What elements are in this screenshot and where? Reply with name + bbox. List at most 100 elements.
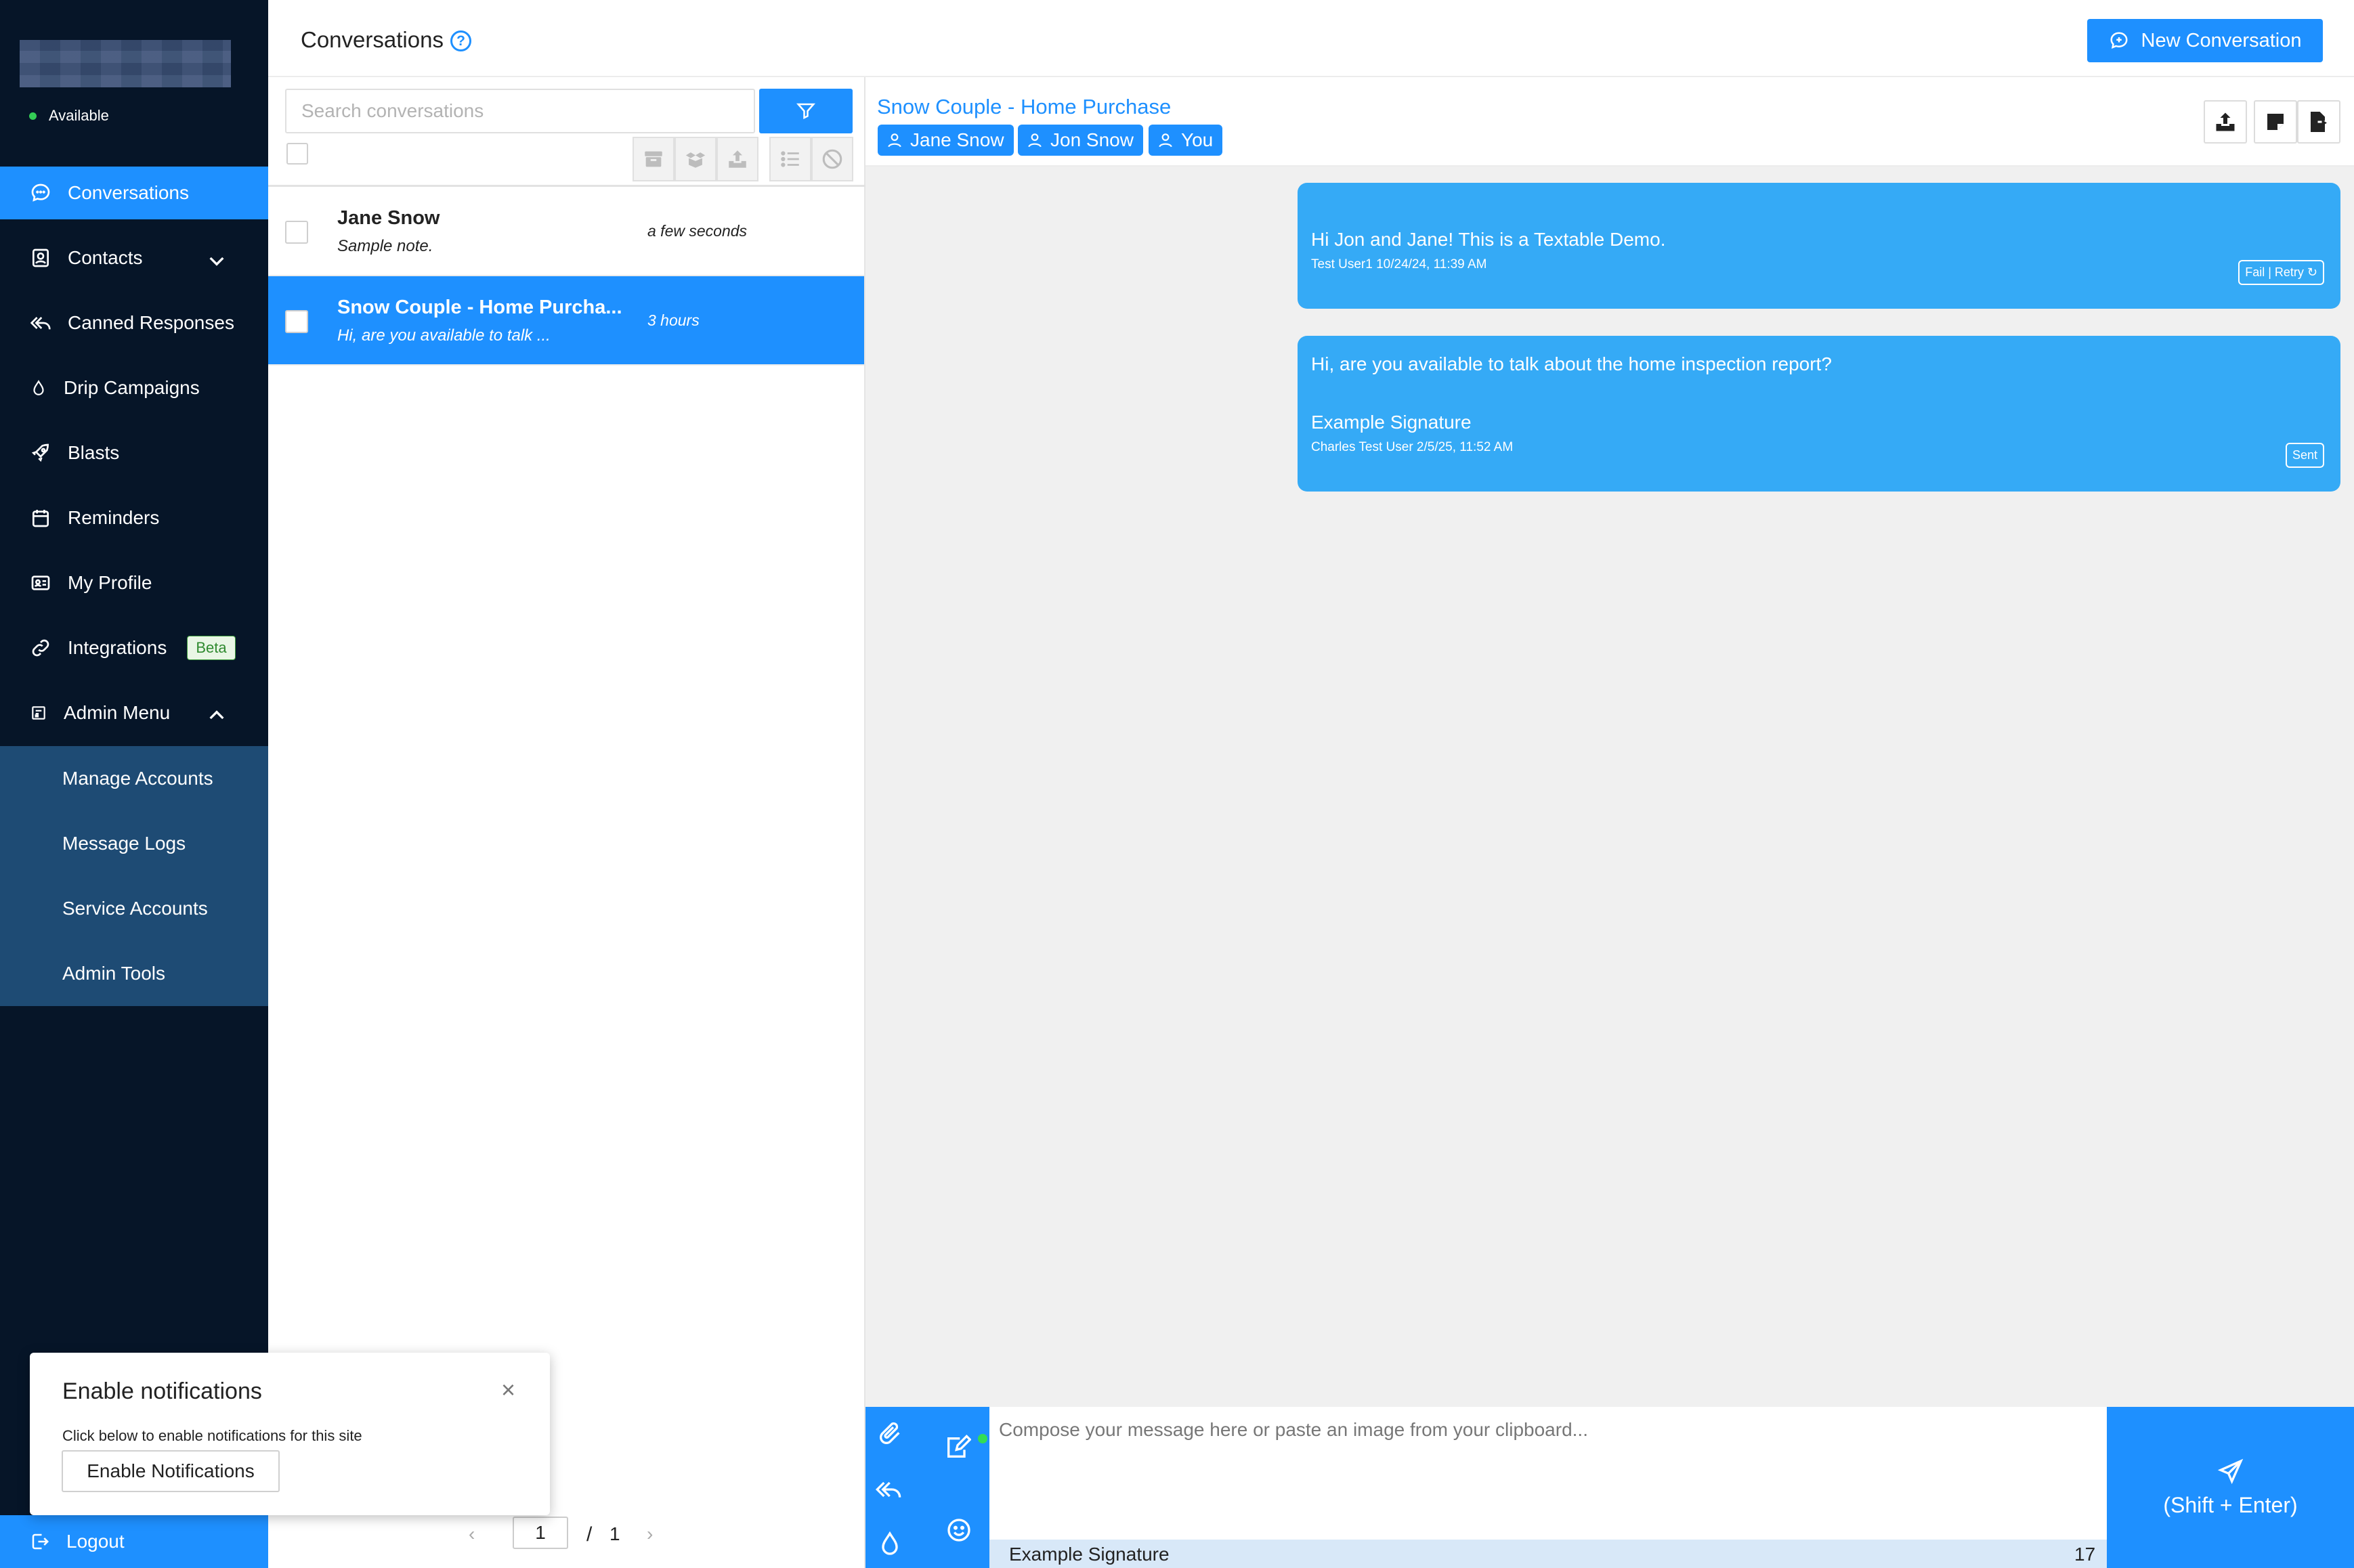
chat-plus-icon bbox=[2110, 32, 2128, 49]
chevron-down-icon bbox=[209, 257, 224, 266]
droplet-icon bbox=[33, 380, 44, 395]
archive-icon bbox=[645, 151, 662, 167]
emoji-icon[interactable] bbox=[945, 1517, 972, 1544]
sent-status-badge: Sent bbox=[2285, 443, 2324, 468]
sidebar-item-service-accounts[interactable]: Service Accounts bbox=[62, 898, 208, 919]
sidebar-item-message-logs[interactable]: Message Logs bbox=[62, 833, 186, 854]
notification-title: Enable notifications bbox=[62, 1378, 262, 1404]
search-input[interactable] bbox=[285, 89, 755, 133]
page-title: Conversations bbox=[301, 27, 444, 52]
open-box-icon bbox=[685, 152, 706, 168]
availability-status[interactable]: Available bbox=[49, 107, 109, 125]
signature-text: Example Signature bbox=[1009, 1544, 1170, 1565]
new-conversation-button[interactable]: New Conversation bbox=[2087, 19, 2323, 62]
user-icon bbox=[1159, 133, 1172, 148]
upload-icon bbox=[2216, 112, 2235, 131]
message-signature: Example Signature bbox=[1311, 412, 1472, 433]
notification-body: Click below to enable notifications for … bbox=[62, 1427, 362, 1444]
participant-chip[interactable]: Jon Snow bbox=[1018, 125, 1143, 156]
chevron-up-icon bbox=[209, 710, 224, 720]
status-dot-icon bbox=[29, 112, 37, 120]
message-text: Hi, are you available to talk about the … bbox=[1311, 353, 1832, 374]
pager-separator: / bbox=[586, 1523, 593, 1546]
message-compose-input[interactable] bbox=[989, 1407, 2107, 1540]
participant-chip[interactable]: You bbox=[1149, 125, 1223, 156]
filter-button[interactable] bbox=[759, 89, 853, 133]
archive-button[interactable] bbox=[633, 137, 675, 181]
file-export-icon bbox=[2311, 112, 2327, 132]
page-number-input[interactable]: 1 bbox=[513, 1517, 568, 1549]
sidebar-item-manage-accounts[interactable]: Manage Accounts bbox=[62, 768, 213, 789]
sidebar-item-canned-responses[interactable]: Canned Responses bbox=[0, 297, 268, 349]
conversation-name: Snow Couple - Home Purcha... bbox=[337, 297, 622, 318]
block-button[interactable] bbox=[811, 137, 853, 181]
status-dot-icon bbox=[978, 1434, 987, 1443]
pager-next-icon[interactable]: › bbox=[647, 1523, 653, 1545]
sidebar-item-label: Reminders bbox=[68, 507, 160, 528]
unarchive-button[interactable] bbox=[675, 137, 716, 181]
droplet-icon[interactable] bbox=[876, 1530, 903, 1557]
logout-button[interactable]: Logout bbox=[0, 1515, 268, 1568]
sidebar-item-contacts[interactable]: Contacts bbox=[0, 232, 268, 284]
list-icon bbox=[781, 151, 799, 167]
upload-icon bbox=[729, 150, 746, 168]
retry-status-button[interactable]: Fail | Retry ↻ bbox=[2238, 260, 2324, 285]
select-all-checkbox[interactable] bbox=[286, 143, 308, 165]
sidebar-item-admin-tools[interactable]: Admin Tools bbox=[62, 963, 165, 984]
sidebar-item-label: Admin Menu bbox=[64, 702, 171, 723]
reply-all-icon bbox=[30, 317, 51, 330]
template-edit-icon[interactable] bbox=[944, 1434, 971, 1461]
reply-all-icon[interactable] bbox=[875, 1476, 902, 1503]
chat-icon bbox=[31, 183, 50, 202]
row-checkbox[interactable] bbox=[285, 310, 308, 333]
close-conversation-button[interactable] bbox=[2297, 100, 2340, 144]
sidebar-item-admin-menu[interactable]: Admin Menu bbox=[0, 687, 268, 739]
conversation-title[interactable]: Snow Couple - Home Purchase bbox=[877, 95, 1171, 119]
sidebar-item-blasts[interactable]: Blasts bbox=[0, 427, 268, 479]
sidebar-item-label: Contacts bbox=[68, 247, 143, 268]
logout-icon bbox=[32, 1533, 49, 1550]
send-icon bbox=[2217, 1458, 2243, 1484]
send-button[interactable]: (Shift + Enter) bbox=[2107, 1407, 2354, 1568]
page-total: 1 bbox=[609, 1523, 620, 1544]
conversation-name: Jane Snow bbox=[337, 207, 440, 229]
export-conversation-button[interactable] bbox=[2204, 100, 2247, 144]
sidebar-item-conversations[interactable]: Conversations bbox=[0, 167, 268, 219]
enable-notifications-button[interactable]: Enable Notifications bbox=[62, 1450, 280, 1492]
character-count: 17 bbox=[2074, 1544, 2096, 1565]
export-button[interactable] bbox=[716, 137, 758, 181]
sidebar-item-my-profile[interactable]: My Profile bbox=[0, 557, 268, 609]
conversation-note: Sample note. bbox=[337, 237, 433, 255]
sidebar-item-reminders[interactable]: Reminders bbox=[0, 492, 268, 544]
help-icon[interactable]: ? bbox=[450, 30, 471, 51]
close-icon[interactable]: × bbox=[501, 1376, 515, 1404]
sticky-note-icon bbox=[2267, 114, 2284, 130]
sidebar-item-label: Blasts bbox=[68, 442, 120, 463]
sidebar-item-label: My Profile bbox=[68, 572, 152, 593]
participant-name: Jane Snow bbox=[910, 129, 1004, 150]
sidebar-item-drip-campaigns[interactable]: Drip Campaigns bbox=[0, 362, 268, 414]
conversation-row[interactable]: Jane Snow Sample note. a few seconds bbox=[268, 187, 864, 276]
list-view-button[interactable] bbox=[769, 137, 811, 181]
conversation-row-selected[interactable]: Snow Couple - Home Purcha... Hi, are you… bbox=[268, 276, 864, 366]
rocket-icon bbox=[31, 443, 49, 462]
row-checkbox[interactable] bbox=[285, 221, 308, 244]
message-text: Hi Jon and Jane! This is a Textable Demo… bbox=[1311, 229, 1666, 250]
beta-badge: Beta bbox=[187, 636, 236, 660]
pager-prev-icon[interactable]: ‹ bbox=[469, 1523, 475, 1545]
participant-chip[interactable]: Jane Snow bbox=[878, 125, 1014, 156]
participant-name: You bbox=[1181, 129, 1214, 150]
conversation-note: Hi, are you available to talk ... bbox=[337, 326, 551, 345]
admin-icon bbox=[32, 706, 45, 720]
conversation-time: 3 hours bbox=[647, 311, 700, 329]
sidebar-item-integrations[interactable]: Integrations Beta bbox=[0, 622, 268, 674]
contacts-icon bbox=[33, 248, 49, 267]
sidebar-item-label: Conversations bbox=[68, 182, 189, 203]
attachment-icon[interactable] bbox=[876, 1420, 903, 1447]
logout-label: Logout bbox=[66, 1531, 125, 1552]
user-icon bbox=[888, 133, 901, 148]
notes-button[interactable] bbox=[2254, 100, 2297, 144]
top-bar bbox=[268, 0, 2354, 77]
send-label: (Shift + Enter) bbox=[2163, 1492, 2298, 1517]
new-conversation-label: New Conversation bbox=[2141, 29, 2302, 51]
